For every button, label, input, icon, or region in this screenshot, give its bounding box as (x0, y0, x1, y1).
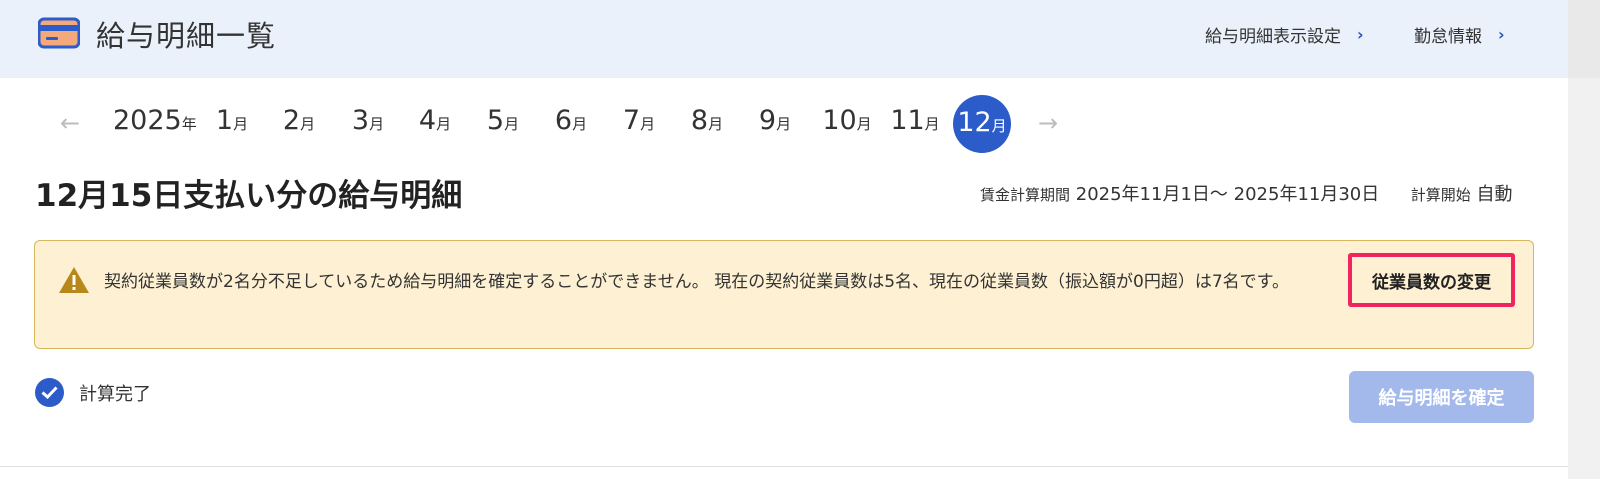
next-year-arrow-icon[interactable]: → (1038, 109, 1058, 137)
month-1[interactable]: 1月 (203, 105, 261, 136)
attendance-info-link[interactable]: 勤怠情報 › (1414, 22, 1505, 47)
month-4-suffix: 月 (436, 115, 452, 133)
confirm-payslip-button[interactable]: 給与明細を確定 (1349, 371, 1534, 423)
divider (0, 466, 1568, 467)
warning-triangle-icon (59, 267, 89, 293)
calculation-status-label: 計算完了 (79, 383, 151, 405)
page-header: 給与明細一覧 給与明細表示設定 › 勤怠情報 › (0, 0, 1568, 78)
month-6-suffix: 月 (572, 115, 588, 133)
month-10-suffix: 月 (856, 115, 872, 133)
year-suffix: 年 (181, 115, 197, 133)
scrollbar-track (1568, 0, 1600, 78)
month-10[interactable]: 10月 (818, 105, 876, 136)
alert-message: 契約従業員数が2名分不足しているため給与明細を確定することができません。 現在の… (104, 272, 1289, 292)
period-value: 2025年11月1日〜 2025年11月30日 (1075, 184, 1380, 205)
calc-start-value: 自動 (1476, 184, 1513, 205)
month-6-value: 6 (554, 105, 573, 136)
month-9-suffix: 月 (776, 115, 792, 133)
month-11[interactable]: 11月 (886, 105, 944, 136)
month-5[interactable]: 5月 (474, 105, 532, 136)
month-2-value: 2 (282, 105, 301, 136)
payslip-heading: 12月15日支払い分の給与明細 (35, 178, 463, 214)
check-circle-icon (35, 378, 64, 407)
month-9[interactable]: 9月 (746, 105, 804, 136)
calculation-status: 計算完了 (35, 378, 151, 407)
month-3[interactable]: 3月 (339, 105, 397, 136)
month-2-suffix: 月 (300, 115, 316, 133)
month-7[interactable]: 7月 (610, 105, 668, 136)
calc-start-label: 計算開始 (1410, 186, 1471, 204)
month-1-value: 1 (215, 105, 234, 136)
change-employee-count-button[interactable]: 従業員数の変更 (1348, 253, 1515, 307)
month-navigator: ← 2025年 1月 2月 3月 4月 5月 6月 7月 8月 9月 10月 1… (56, 95, 1156, 153)
month-11-suffix: 月 (924, 115, 940, 133)
page-title: 給与明細一覧 (96, 19, 277, 53)
month-4[interactable]: 4月 (406, 105, 464, 136)
month-8[interactable]: 8月 (678, 105, 736, 136)
month-8-value: 8 (690, 105, 709, 136)
warning-alert: 契約従業員数が2名分不足しているため給与明細を確定することができません。 現在の… (34, 240, 1534, 349)
month-11-value: 11 (890, 105, 925, 136)
month-5-suffix: 月 (504, 115, 520, 133)
payslip-meta: 賃金計算期間 2025年11月1日〜 2025年11月30日 計算開始 自動 (980, 180, 1512, 206)
month-6[interactable]: 6月 (542, 105, 600, 136)
month-9-value: 9 (758, 105, 777, 136)
vertical-scrollbar[interactable] (1568, 0, 1600, 479)
month-10-value: 10 (822, 105, 857, 136)
month-12-value: 12 (957, 107, 992, 138)
payslip-display-settings-link[interactable]: 給与明細表示設定 › (1205, 22, 1364, 47)
month-7-value: 7 (622, 105, 641, 136)
period-label: 賃金計算期間 (980, 186, 1071, 204)
credit-card-icon (38, 17, 80, 49)
month-8-suffix: 月 (708, 115, 724, 133)
year-value: 2025 (113, 105, 182, 136)
month-1-suffix: 月 (233, 115, 249, 133)
attendance-info-label: 勤怠情報 (1414, 27, 1482, 47)
year-label: 2025年 (113, 105, 197, 136)
chevron-right-icon: › (1357, 25, 1364, 44)
month-7-suffix: 月 (640, 115, 656, 133)
month-3-suffix: 月 (369, 115, 385, 133)
month-2[interactable]: 2月 (270, 105, 328, 136)
month-4-value: 4 (418, 105, 437, 136)
payslip-display-settings-label: 給与明細表示設定 (1205, 27, 1341, 47)
month-3-value: 3 (351, 105, 370, 136)
month-12-suffix: 月 (991, 117, 1007, 135)
month-5-value: 5 (486, 105, 505, 136)
month-12-selected[interactable]: 12月 (953, 95, 1011, 153)
prev-year-arrow-icon[interactable]: ← (60, 109, 80, 137)
chevron-right-icon: › (1498, 25, 1505, 44)
